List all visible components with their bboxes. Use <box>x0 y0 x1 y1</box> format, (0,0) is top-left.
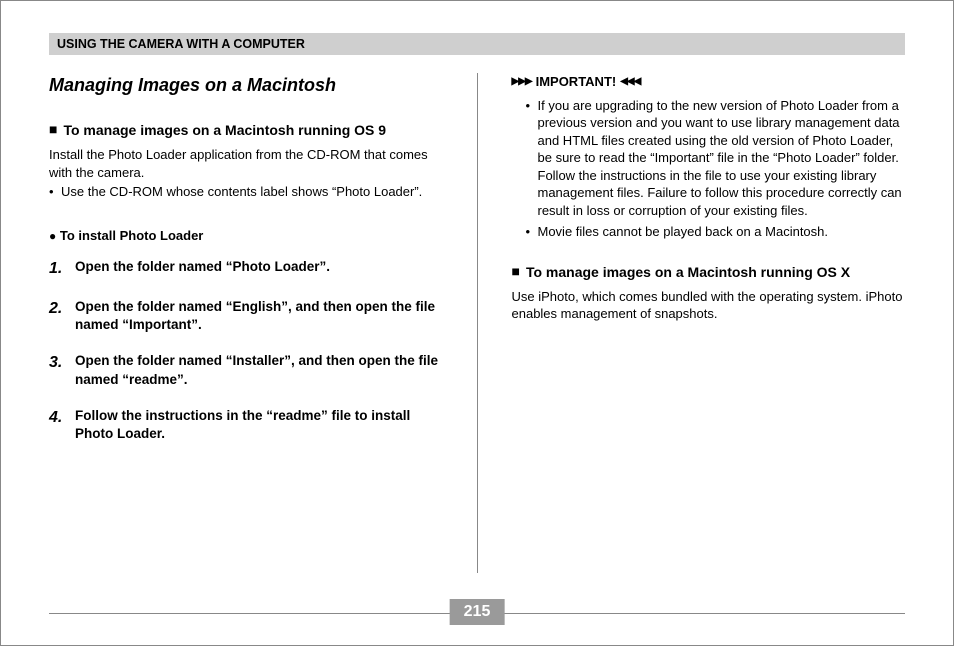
step-number: 2. <box>49 298 67 334</box>
important-heading: ▶▶▶ IMPORTANT! ◀◀◀ <box>512 73 906 91</box>
step-text: Open the folder named “English”, and the… <box>75 298 443 334</box>
column-divider <box>477 73 478 573</box>
os9-intro-text: Install the Photo Loader application fro… <box>49 146 443 181</box>
bullet-icon: • <box>526 223 534 241</box>
step-4: 4. Follow the instructions in the “readm… <box>49 407 443 443</box>
install-subhead-label: To install Photo Loader <box>60 228 203 243</box>
left-column: Managing Images on a Macintosh ■ To mana… <box>49 73 443 573</box>
important-note-1: • If you are upgrading to the new versio… <box>512 97 906 220</box>
subsection-os9-label: To manage images on a Macintosh running … <box>63 121 386 140</box>
step-number: 4. <box>49 407 67 443</box>
page-number: 215 <box>450 599 505 625</box>
step-1: 1. Open the folder named “Photo Loader”. <box>49 258 443 280</box>
two-column-layout: Managing Images on a Macintosh ■ To mana… <box>49 73 905 573</box>
important-label: IMPORTANT! <box>536 73 617 91</box>
square-bullet-icon: ■ <box>49 121 57 140</box>
arrow-right-icon: ▶▶▶ <box>512 75 532 89</box>
page-footer: 215 <box>49 599 905 629</box>
step-text: Follow the instructions in the “readme” … <box>75 407 443 443</box>
page-title: Managing Images on a Macintosh <box>49 73 443 97</box>
arrow-left-icon: ◀◀◀ <box>620 75 640 89</box>
circle-bullet-icon: ● <box>49 229 56 243</box>
important-note-1-text: If you are upgrading to the new version … <box>538 97 906 220</box>
square-bullet-icon: ■ <box>512 263 520 282</box>
section-header: USING THE CAMERA WITH A COMPUTER <box>49 33 905 55</box>
step-text: Open the folder named “Photo Loader”. <box>75 258 330 280</box>
install-subhead: ● To install Photo Loader <box>49 227 443 245</box>
subsection-osx-label: To manage images on a Macintosh running … <box>526 263 850 282</box>
osx-body-text: Use iPhoto, which comes bundled with the… <box>512 288 906 323</box>
step-number: 3. <box>49 352 67 388</box>
manual-page: USING THE CAMERA WITH A COMPUTER Managin… <box>0 0 954 646</box>
important-note-2-text: Movie files cannot be played back on a M… <box>538 223 829 241</box>
step-2: 2. Open the folder named “English”, and … <box>49 298 443 334</box>
step-3: 3. Open the folder named “Installer”, an… <box>49 352 443 388</box>
right-column: ▶▶▶ IMPORTANT! ◀◀◀ • If you are upgradin… <box>512 73 906 573</box>
cd-rom-note: • Use the CD-ROM whose contents label sh… <box>49 183 443 201</box>
step-text: Open the folder named “Installer”, and t… <box>75 352 443 388</box>
subsection-osx: ■ To manage images on a Macintosh runnin… <box>512 263 906 282</box>
step-number: 1. <box>49 258 67 280</box>
cd-rom-note-text: Use the CD-ROM whose contents label show… <box>61 183 422 201</box>
bullet-icon: • <box>526 97 534 220</box>
important-note-2: • Movie files cannot be played back on a… <box>512 223 906 241</box>
subsection-os9: ■ To manage images on a Macintosh runnin… <box>49 121 443 140</box>
install-steps: 1. Open the folder named “Photo Loader”.… <box>49 258 443 443</box>
bullet-icon: • <box>49 183 57 201</box>
